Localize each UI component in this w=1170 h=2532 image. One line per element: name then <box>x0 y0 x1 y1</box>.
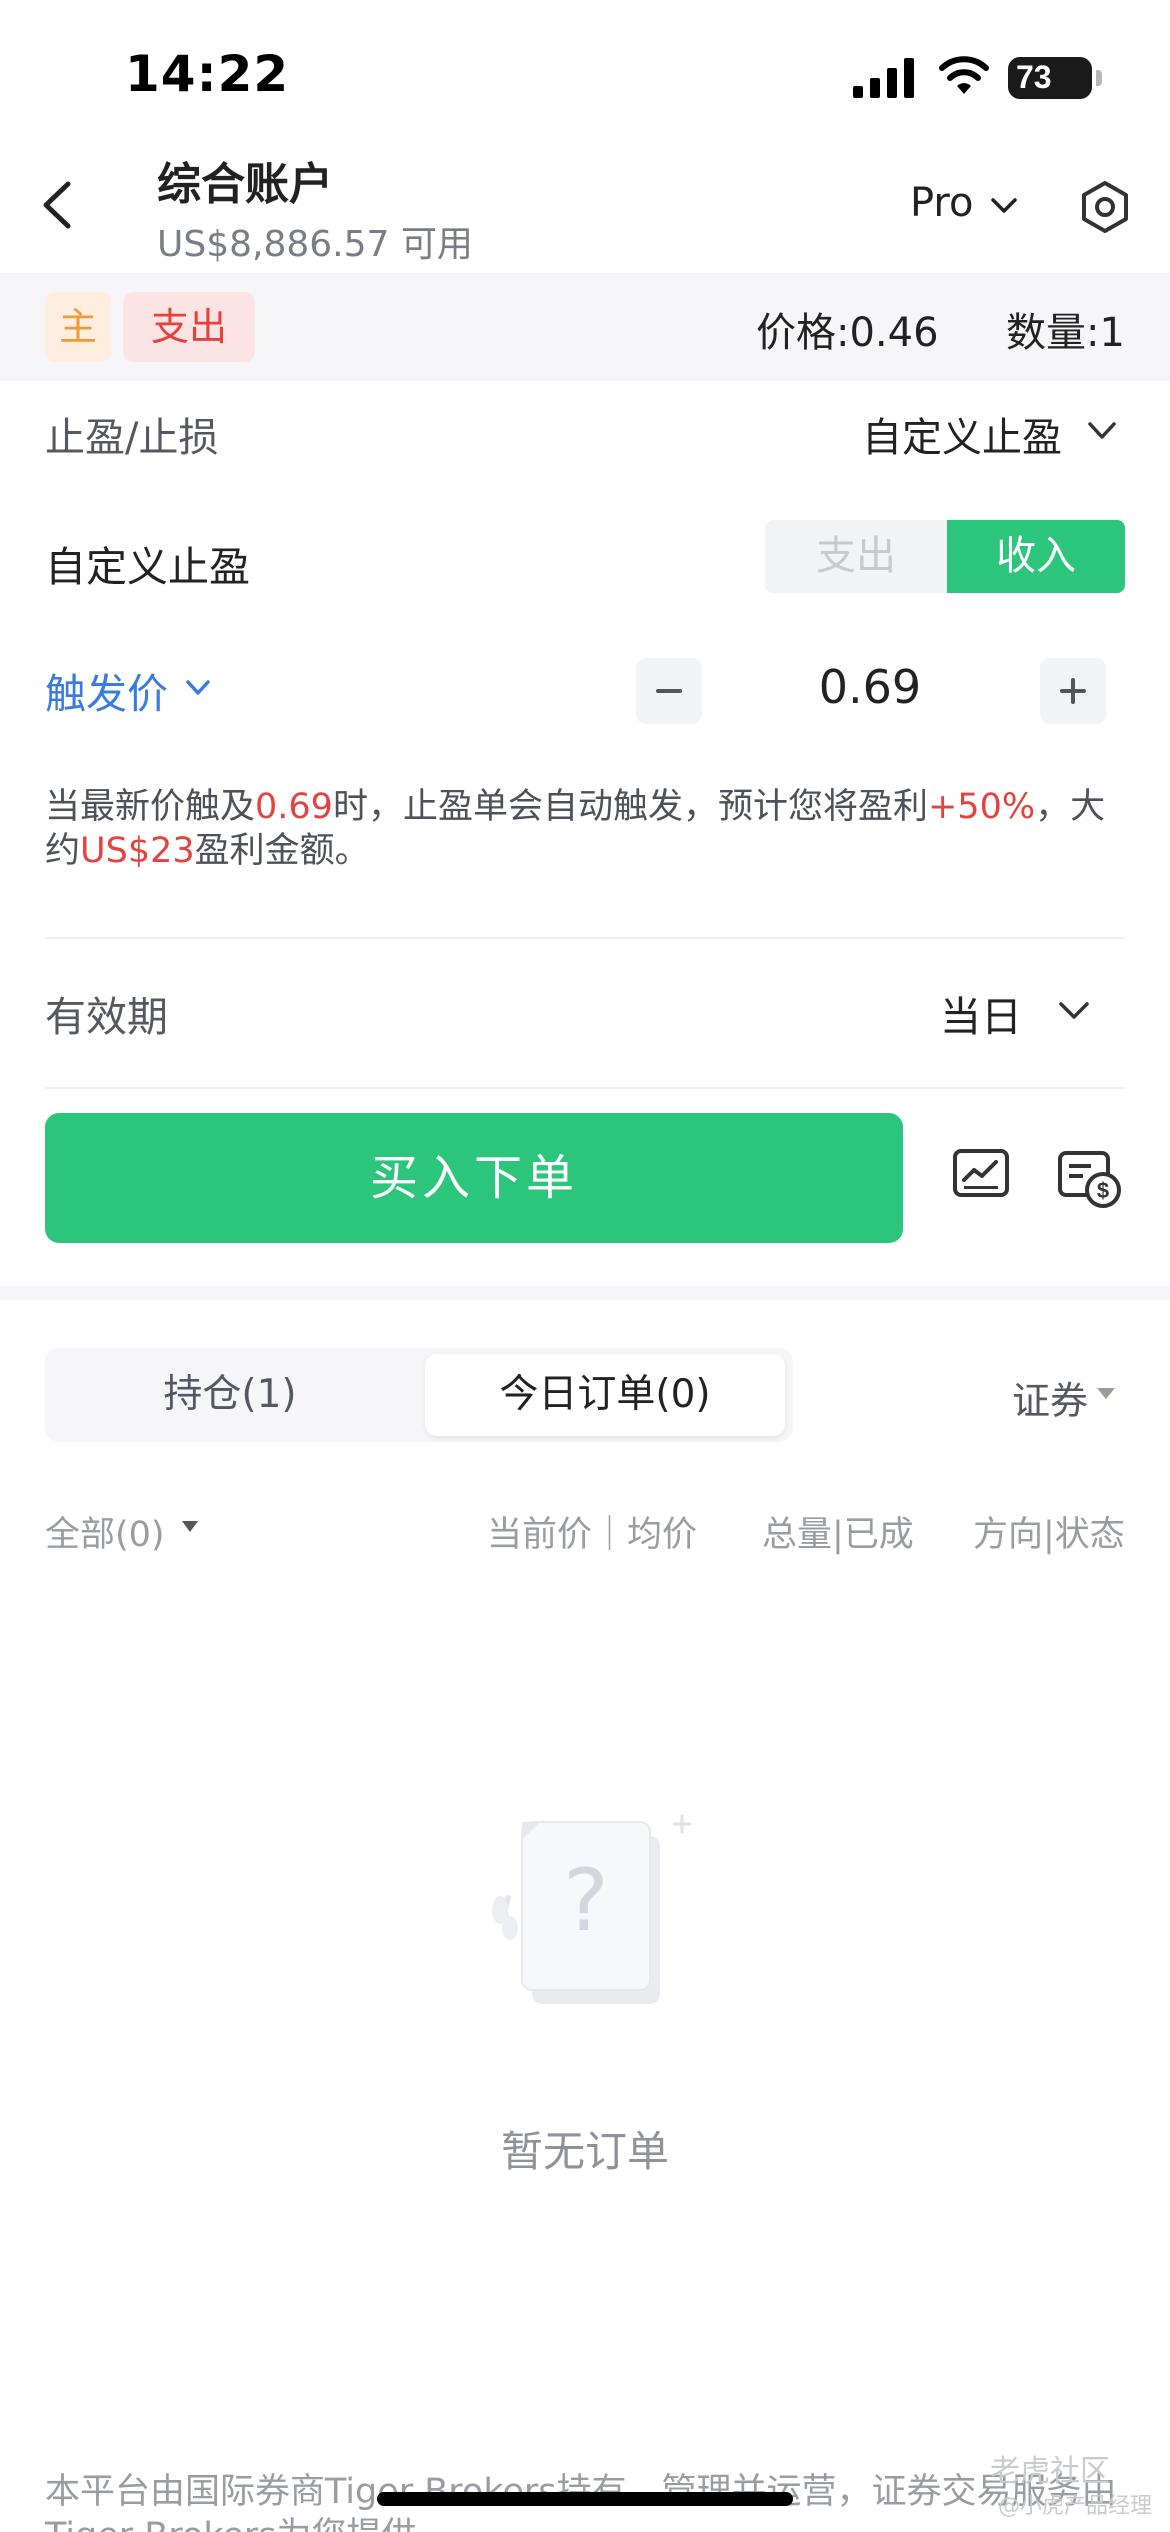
svg-text:$: $ <box>1097 1178 1109 1203</box>
mode-selector[interactable]: Pro <box>910 180 973 226</box>
securities-filter[interactable]: 证券 <box>1012 1370 1088 1425</box>
buy-order-button[interactable]: 买入下单 <box>45 1113 903 1243</box>
trigger-price-input[interactable]: 0.69 <box>780 660 960 714</box>
orders-tab-bar: 持仓(1) 今日订单(0) <box>45 1348 793 1442</box>
order-price: 价格:0.46 <box>756 310 939 356</box>
column-direction: 方向|状态 <box>973 1515 1125 1555</box>
caret-down-icon[interactable] <box>180 1518 200 1534</box>
main-order-badge: 主 <box>45 292 111 362</box>
minus-icon <box>656 689 682 693</box>
segment-income[interactable]: 收入 <box>947 520 1125 593</box>
wifi-icon <box>939 56 989 94</box>
available-balance: US$8,886.57 可用 <box>157 224 473 265</box>
segment-expense[interactable]: 支出 <box>765 520 947 593</box>
increment-button[interactable] <box>1040 658 1106 724</box>
tpsl-label: 止盈/止损 <box>45 415 219 461</box>
battery-level: 73 <box>1016 59 1052 95</box>
chevron-down-icon[interactable] <box>1058 1000 1090 1022</box>
chevron-down-icon[interactable] <box>185 678 211 698</box>
tab-today-orders[interactable]: 今日订单(0) <box>425 1354 785 1436</box>
settings-gear-icon[interactable] <box>1078 180 1132 234</box>
watermark: 老虎社区 <box>990 2454 1110 2489</box>
caret-down-icon[interactable] <box>1095 1385 1117 1401</box>
divider <box>45 937 1125 939</box>
side-badge: 支出 <box>123 292 255 362</box>
empty-document-icon: ? <box>492 1814 692 2004</box>
cash-settings-icon[interactable]: $ <box>1057 1148 1123 1210</box>
direction-segmented-control: 支出 收入 <box>765 520 1125 593</box>
plus-icon <box>1060 678 1086 704</box>
battery-icon: 73 <box>1008 57 1102 99</box>
take-profit-hint: 当最新价触及0.69时，止盈单会自动触发，预计您将盈利+50%，大约US$23盈… <box>45 787 1106 871</box>
divider <box>45 1087 1125 1089</box>
section-separator <box>0 1286 1170 1300</box>
custom-tp-label: 自定义止盈 <box>45 543 250 591</box>
column-quantity: 总量|已成 <box>762 1515 914 1555</box>
cellular-signal-icon <box>853 58 914 98</box>
account-title[interactable]: 综合账户 <box>157 148 333 212</box>
trigger-price-type[interactable]: 触发价 <box>45 660 168 720</box>
back-arrow-icon[interactable] <box>40 180 74 230</box>
column-price: 当前价｜均价 <box>487 1515 698 1555</box>
validity-select[interactable]: 当日 <box>940 983 1022 1043</box>
chart-icon[interactable] <box>952 1148 1010 1204</box>
svg-text:?: ? <box>563 1851 609 1951</box>
empty-state-text: 暂无订单 <box>500 2127 669 2176</box>
home-indicator[interactable] <box>377 2492 793 2506</box>
watermark-author: @小虎产品经理 <box>998 2494 1153 2519</box>
tpsl-type-select[interactable]: 自定义止盈 <box>862 405 1062 463</box>
tab-positions[interactable]: 持仓(1) <box>45 1348 415 1442</box>
chevron-down-icon[interactable] <box>1087 420 1117 442</box>
order-quantity: 数量:1 <box>1006 310 1125 356</box>
status-time: 14:22 <box>125 45 290 103</box>
chevron-down-icon[interactable] <box>990 196 1018 216</box>
decrement-button[interactable] <box>636 658 702 724</box>
filter-all[interactable]: 全部(0) <box>45 1506 165 1557</box>
validity-label: 有效期 <box>45 993 168 1041</box>
